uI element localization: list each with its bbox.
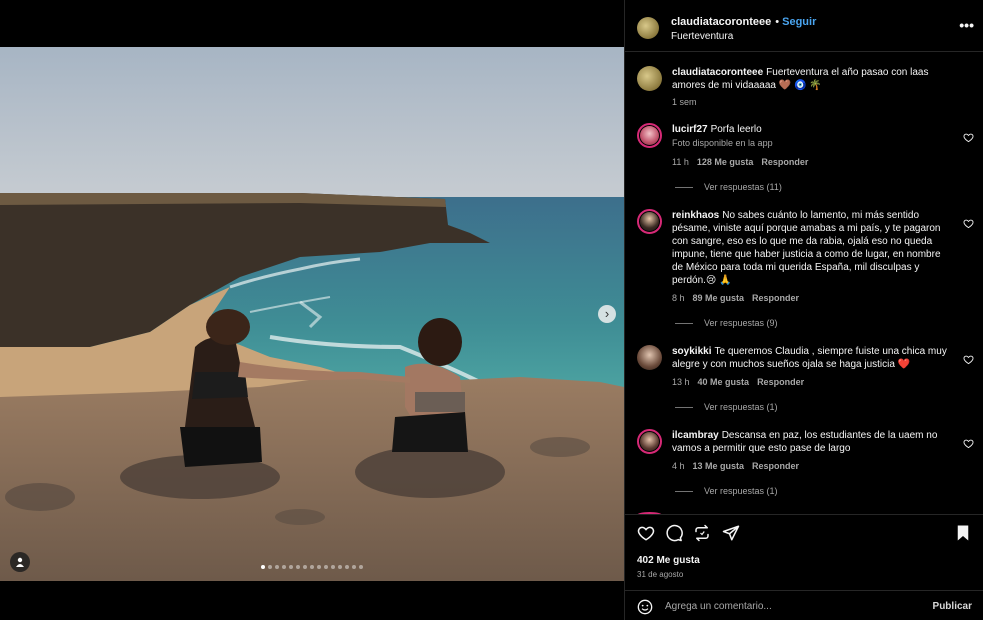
comment-input[interactable]: Agrega un comentario...: [665, 601, 772, 612]
likes-count[interactable]: 402 Me gusta: [637, 555, 700, 566]
view-replies-button[interactable]: Ver respuestas (1): [675, 486, 778, 496]
comment-icon[interactable]: [665, 524, 683, 542]
follow-button[interactable]: Seguir: [782, 16, 816, 28]
comment-likes[interactable]: 128 Me gusta: [697, 157, 754, 167]
comment-body: Te queremos Claudia , siempre fuiste una…: [672, 346, 947, 370]
comment-meta: 8 h 89 Me gusta Responder: [672, 293, 807, 303]
reply-button[interactable]: Responder: [757, 377, 804, 387]
view-replies-label: Ver respuestas (1): [704, 486, 778, 496]
view-replies-label: Ver respuestas (9): [704, 318, 778, 328]
comment-likes[interactable]: 89 Me gusta: [693, 293, 745, 303]
carousel-dot: [324, 565, 328, 569]
caption-meta: 1 sem: [672, 97, 705, 107]
post-actions: 402 Me gusta 31 de agosto: [625, 514, 983, 590]
caption-username[interactable]: claudiatacoronteee: [672, 67, 763, 78]
comment-text: lucirf27 Porfa leerlo Foto disponible en …: [672, 123, 954, 150]
commenter-avatar[interactable]: [637, 123, 662, 148]
comment-meta: 11 h 128 Me gusta Responder: [672, 157, 816, 167]
carousel-dot: [303, 565, 307, 569]
author-line: claudiatacoronteee • Seguir: [671, 16, 816, 28]
comments-list[interactable]: claudiatacoronteee Fuerteventura el año p…: [625, 52, 983, 514]
author-username[interactable]: claudiatacoronteee: [671, 16, 771, 28]
replies-divider: [675, 406, 693, 408]
comment-likes[interactable]: 13 Me gusta: [693, 461, 745, 471]
reply-button[interactable]: Responder: [752, 461, 799, 471]
share-icon[interactable]: [693, 524, 711, 542]
comment-time[interactable]: 13 h: [672, 377, 690, 387]
comment-meta: 13 h 40 Me gusta Responder: [672, 377, 812, 387]
comment-username[interactable]: soykikki: [672, 346, 711, 357]
comment-likes[interactable]: 40 Me gusta: [698, 377, 750, 387]
carousel-dot: [296, 565, 300, 569]
comment-body: No sabes cuánto lo lamento, mi más senti…: [672, 210, 941, 286]
carousel-dot: [282, 565, 286, 569]
caption-time[interactable]: 1 sem: [672, 97, 697, 107]
comment-body: Porfa leerlo: [710, 124, 762, 135]
view-replies-label: Ver respuestas (11): [704, 182, 782, 192]
header-separator: •: [775, 16, 780, 28]
comment-like-icon[interactable]: [963, 352, 974, 365]
caption-text: claudiatacoronteee Fuerteventura el año p…: [672, 66, 954, 92]
replies-divider: [675, 186, 693, 188]
carousel-indicator: [0, 565, 624, 569]
more-options-icon[interactable]: •••: [959, 17, 974, 33]
carousel-dot: [261, 565, 265, 569]
send-icon[interactable]: [722, 524, 740, 542]
commenter-avatar[interactable]: [637, 345, 662, 370]
comment-attachment-note: Foto disponible en la app: [672, 138, 773, 148]
photo-image: [0, 47, 624, 581]
view-replies-label: Ver respuestas (1): [704, 402, 778, 412]
comment-composer: Agrega un comentario... Publicar: [625, 590, 983, 620]
post-header: claudiatacoronteee • Seguir Fuerteventura …: [625, 0, 983, 52]
next-slide-button[interactable]: ›: [598, 305, 616, 323]
reply-button[interactable]: Responder: [761, 157, 808, 167]
post-sidebar: claudiatacoronteee • Seguir Fuerteventura …: [624, 0, 983, 620]
post-media: ›: [0, 0, 624, 620]
author-avatar[interactable]: [637, 66, 662, 91]
view-replies-button[interactable]: Ver respuestas (11): [675, 182, 782, 192]
user-tag-icon[interactable]: [10, 552, 30, 572]
post-photo[interactable]: ›: [0, 47, 624, 581]
comment-username[interactable]: lucirf27: [672, 124, 708, 135]
emoji-icon[interactable]: [637, 599, 653, 615]
carousel-dot: [352, 565, 356, 569]
comment-like-icon[interactable]: [963, 436, 974, 449]
comment-meta: 4 h 13 Me gusta Responder: [672, 461, 807, 471]
carousel-dot: [331, 565, 335, 569]
post-date: 31 de agosto: [637, 570, 684, 579]
view-replies-button[interactable]: Ver respuestas (9): [675, 318, 778, 328]
carousel-dot: [359, 565, 363, 569]
commenter-avatar[interactable]: [637, 429, 662, 454]
comment-text: soykikki Te queremos Claudia , siempre fu…: [672, 345, 954, 371]
carousel-dot: [317, 565, 321, 569]
view-replies-button[interactable]: Ver respuestas (1): [675, 402, 778, 412]
bookmark-icon[interactable]: [954, 524, 972, 542]
comment-like-icon[interactable]: [963, 216, 974, 229]
comment-text: ilcambray Descansa en paz, los estudiante…: [672, 429, 954, 455]
carousel-dot: [289, 565, 293, 569]
publish-button[interactable]: Publicar: [933, 601, 972, 612]
replies-divider: [675, 322, 693, 324]
post-location[interactable]: Fuerteventura: [671, 31, 733, 42]
comment-username[interactable]: ilcambray: [672, 430, 719, 441]
comment-time[interactable]: 11 h: [672, 157, 689, 167]
comment-time[interactable]: 4 h: [672, 461, 685, 471]
reply-button[interactable]: Responder: [752, 293, 799, 303]
carousel-dot: [268, 565, 272, 569]
replies-divider: [675, 490, 693, 492]
carousel-dot: [310, 565, 314, 569]
comment-username[interactable]: reinkhaos: [672, 210, 719, 221]
carousel-dot: [338, 565, 342, 569]
comment-like-icon[interactable]: [963, 130, 974, 143]
comment-time[interactable]: 8 h: [672, 293, 685, 303]
heart-icon[interactable]: [637, 524, 655, 542]
carousel-dot: [275, 565, 279, 569]
author-avatar[interactable]: [637, 17, 659, 39]
comment-text: reinkhaos No sabes cuánto lo lamento, mi …: [672, 209, 954, 287]
commenter-avatar[interactable]: [637, 209, 662, 234]
carousel-dot: [345, 565, 349, 569]
